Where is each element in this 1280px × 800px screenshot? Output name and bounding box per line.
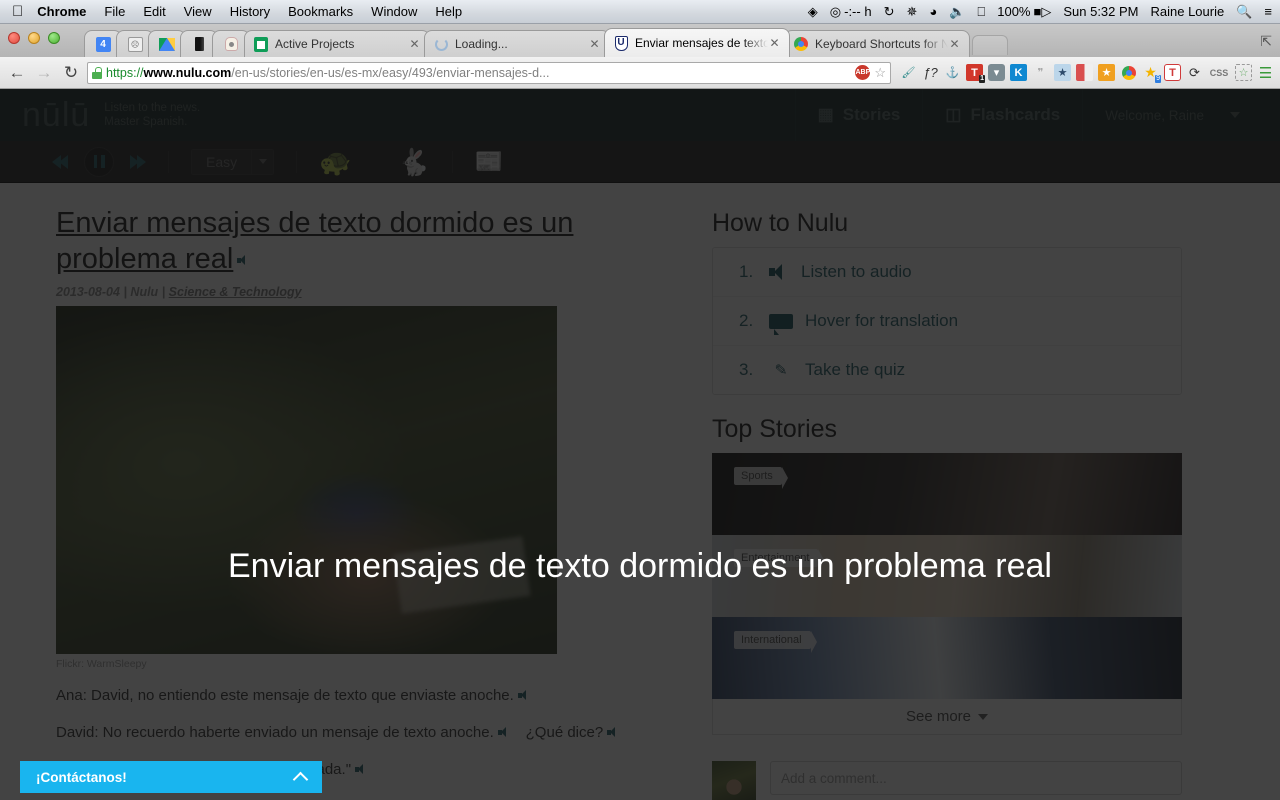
loading-spinner-icon bbox=[433, 36, 449, 52]
battery-label: 100% bbox=[997, 4, 1031, 19]
reload-icon[interactable]: ↻ bbox=[60, 63, 82, 83]
menu-item-window[interactable]: Window bbox=[371, 4, 417, 19]
menu-username[interactable]: Raine Lourie bbox=[1151, 4, 1225, 19]
volume-icon[interactable]: 🔈 bbox=[949, 4, 965, 20]
tab-label: Keyboard Shortcuts for Nu bbox=[815, 37, 948, 51]
chrome-menu-icon[interactable]: ☰ bbox=[1257, 64, 1274, 82]
tab-strip: 4 ☹ Active Projects ✕ Loading... ✕ U Env… bbox=[0, 24, 1280, 57]
bluetooth-icon[interactable]: ✵ bbox=[906, 4, 917, 20]
browser-toolbar: ← → ↻ https://www.nulu.com/en-us/stories… bbox=[0, 57, 1280, 89]
extension-badge: 9 bbox=[1155, 75, 1161, 83]
minimize-window-button[interactable] bbox=[28, 32, 40, 44]
page-loading-overlay bbox=[0, 89, 1280, 800]
tab-loading[interactable]: Loading... ✕ bbox=[424, 30, 610, 57]
tab-label: Loading... bbox=[455, 37, 508, 51]
web-page: nūlū Listen to the news. Master Spanish.… bbox=[0, 89, 1280, 800]
hangouts-extension-icon[interactable]: ❞ bbox=[1032, 64, 1049, 81]
star-orange-extension-icon[interactable]: ★ bbox=[1098, 64, 1115, 81]
zoom-window-button[interactable] bbox=[48, 32, 60, 44]
new-tab-button[interactable] bbox=[972, 35, 1008, 55]
address-bar[interactable]: https://www.nulu.com/en-us/stories/en-us… bbox=[87, 61, 891, 84]
macos-menu-bar:  Chrome File Edit View History Bookmark… bbox=[0, 0, 1280, 24]
nulu-icon: U bbox=[613, 35, 629, 51]
wifi-icon[interactable]: ◕ bbox=[929, 4, 937, 19]
calendar-icon: 4 bbox=[95, 36, 111, 52]
clock-extension-icon[interactable]: ⟳ bbox=[1186, 64, 1203, 81]
robot-icon bbox=[223, 36, 239, 52]
keyboard-icon[interactable]: ⎕ bbox=[977, 4, 985, 20]
shield-extension-icon[interactable]: ▾ bbox=[988, 64, 1005, 81]
menu-item-history[interactable]: History bbox=[230, 4, 270, 19]
timer-status[interactable]: ◎ -:-- h bbox=[830, 4, 872, 20]
google-drive-icon bbox=[159, 36, 175, 52]
menu-clock[interactable]: Sun 5:32 PM bbox=[1063, 4, 1138, 19]
sad-tab-icon: ☹ bbox=[127, 36, 143, 52]
chrome-extension-icon[interactable] bbox=[1120, 64, 1137, 81]
star-badge-extension-icon[interactable]: ★ 9 bbox=[1142, 64, 1161, 83]
close-tab-button[interactable]: ✕ bbox=[948, 38, 961, 51]
chrome-window: 4 ☹ Active Projects ✕ Loading... ✕ U Env… bbox=[0, 24, 1280, 800]
url-path: /en-us/stories/en-us/es-mx/easy/493/envi… bbox=[231, 65, 550, 80]
book-icon bbox=[191, 36, 207, 52]
todoist-extension-icon[interactable]: T1 bbox=[966, 64, 985, 83]
adblock-icon[interactable]: ABP bbox=[855, 65, 871, 80]
notification-center-icon[interactable]: ≡ bbox=[1264, 4, 1272, 19]
trello-extension-icon[interactable]: T bbox=[1164, 64, 1181, 81]
back-arrow-icon[interactable]: ← bbox=[6, 63, 28, 83]
close-tab-button[interactable]: ✕ bbox=[408, 38, 421, 51]
sync-icon[interactable]: ↻ bbox=[884, 4, 895, 20]
contact-label: ¡Contáctanos! bbox=[36, 769, 127, 785]
star-blue-extension-icon[interactable]: ★ bbox=[1054, 64, 1071, 81]
close-tab-button[interactable]: ✕ bbox=[588, 38, 601, 51]
url-host: www.nulu.com bbox=[143, 65, 232, 80]
dropbox-icon[interactable]: ◈ bbox=[808, 4, 818, 20]
anchor-extension-icon[interactable]: ⚓ bbox=[944, 64, 961, 81]
tab-label: Active Projects bbox=[275, 37, 355, 51]
google-sheets-icon bbox=[253, 36, 269, 52]
menu-item-file[interactable]: File bbox=[104, 4, 125, 19]
apple-icon[interactable]:  bbox=[12, 4, 23, 19]
eyedropper-extension-icon[interactable]: 🖌 bbox=[900, 64, 917, 81]
contact-chat-widget[interactable]: ¡Contáctanos! bbox=[20, 761, 322, 793]
menu-status-area: ◈ ◎ -:-- h ↻ ✵ ◕ 🔈 ⎕ 100% ■▷ Sun 5:32 PM… bbox=[808, 4, 1280, 20]
chrome-icon bbox=[793, 36, 809, 52]
pocket-extension-icon[interactable] bbox=[1076, 64, 1093, 81]
window-controls bbox=[8, 32, 60, 44]
menu-item-chrome[interactable]: Chrome bbox=[37, 4, 86, 19]
battery-status[interactable]: 100% ■▷ bbox=[997, 4, 1051, 20]
menu-item-bookmarks[interactable]: Bookmarks bbox=[288, 4, 353, 19]
menu-item-edit[interactable]: Edit bbox=[143, 4, 165, 19]
timer-label: -:-- h bbox=[844, 4, 872, 19]
lock-icon bbox=[92, 66, 102, 79]
close-tab-button[interactable]: ✕ bbox=[768, 37, 781, 50]
timer-icon: ◎ bbox=[829, 3, 842, 19]
spotlight-search-icon[interactable]: 🔍 bbox=[1236, 4, 1252, 20]
star-outline-icon[interactable]: ☆ bbox=[874, 65, 886, 81]
css-extension-icon[interactable]: CSS bbox=[1208, 64, 1230, 81]
kippt-extension-icon[interactable]: K bbox=[1010, 64, 1027, 81]
forward-arrow-icon[interactable]: → bbox=[33, 63, 55, 83]
overlay-story-title: Enviar mensajes de texto dormido es un p… bbox=[228, 547, 1052, 585]
url-text: https://www.nulu.com/en-us/stories/en-us… bbox=[106, 66, 851, 80]
close-window-button[interactable] bbox=[8, 32, 20, 44]
url-scheme: https:// bbox=[106, 65, 144, 80]
font-finder-extension-icon[interactable]: ƒ? bbox=[922, 64, 939, 81]
evernote-extension-icon[interactable]: ☆ bbox=[1235, 64, 1252, 81]
extensions-bar: 🖌 ƒ? ⚓ T1 ▾ K ❞ ★ ★ ★ 9 T ⟳ CSS ☆ ☰ bbox=[896, 64, 1274, 83]
tab-active-projects[interactable]: Active Projects ✕ bbox=[244, 30, 430, 57]
chevron-up-icon[interactable] bbox=[292, 771, 309, 787]
tab-keyboard-shortcuts[interactable]: Keyboard Shortcuts for Nu ✕ bbox=[784, 30, 970, 57]
tab-nulu-story[interactable]: U Enviar mensajes de texto d ✕ bbox=[604, 28, 790, 57]
tab-label: Enviar mensajes de texto d bbox=[635, 36, 768, 50]
fullscreen-icon[interactable]: ⇱ bbox=[1260, 33, 1272, 50]
menu-item-view[interactable]: View bbox=[184, 4, 212, 19]
battery-icon: ■▷ bbox=[1033, 3, 1052, 19]
menu-item-help[interactable]: Help bbox=[435, 4, 462, 19]
extension-badge: 1 bbox=[979, 75, 985, 83]
